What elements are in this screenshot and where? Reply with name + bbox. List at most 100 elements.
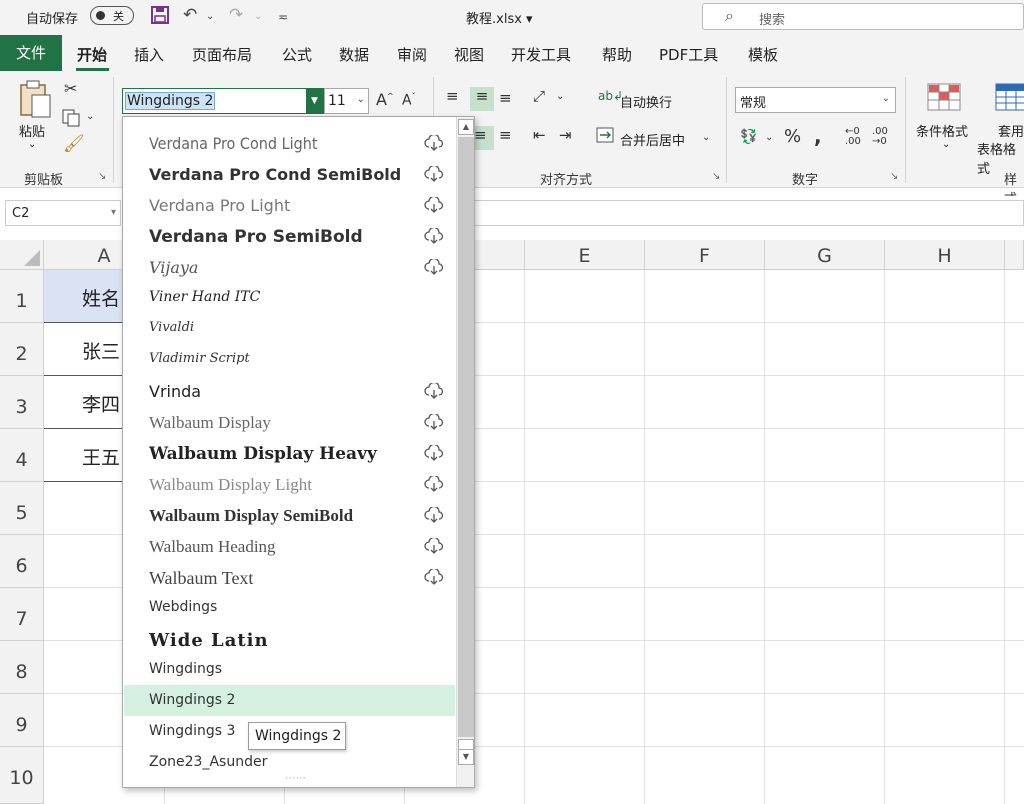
font-item-walbaum-display-heavy[interactable]: Walbaum Display Heavy (124, 437, 455, 468)
font-item-verdana-pro-cond-semibold[interactable]: Verdana Pro Cond SemiBold (124, 158, 455, 189)
row-header-4[interactable]: 4 (0, 429, 44, 482)
merge-center-icon[interactable] (596, 127, 614, 147)
tab-pdf-tools[interactable]: PDF工具 (659, 44, 718, 65)
column-header-f[interactable]: F (645, 240, 765, 270)
resize-grip-icon[interactable]: ⋯⋯ (285, 773, 307, 784)
number-format-dropdown-icon[interactable]: ⌄ (882, 93, 890, 104)
save-icon[interactable] (150, 5, 170, 30)
name-box[interactable]: C2 ▾ (5, 200, 121, 226)
tab-review[interactable]: 审阅 (397, 44, 427, 65)
tab-home[interactable]: 开始 (77, 44, 107, 65)
font-item-walbaum-display-light[interactable]: Walbaum Display Light (124, 468, 455, 499)
paste-label[interactable]: 粘贴 (19, 121, 45, 140)
format-painter-icon[interactable]: 🖌 (63, 134, 85, 154)
conditional-format-icon[interactable] (927, 83, 961, 115)
accounting-dropdown-icon[interactable]: ⌄ (765, 132, 773, 143)
row-header-8[interactable]: 8 (0, 641, 44, 694)
cell-a2[interactable]: 张三 (44, 323, 124, 376)
row-header-6[interactable]: 6 (0, 535, 44, 588)
decrease-font-size-icon[interactable]: Aˇ (402, 92, 416, 109)
column-header-h[interactable]: H (885, 240, 1005, 270)
row-header-1[interactable]: 1 (0, 270, 44, 323)
tab-formulas[interactable]: 公式 (282, 44, 312, 65)
scrollbar-track[interactable] (458, 137, 474, 737)
font-item-viner-hand-itc[interactable]: Viner Hand ITC (124, 282, 455, 313)
tab-insert[interactable]: 插入 (134, 44, 164, 65)
format-as-table-label-1[interactable]: 套用 (998, 121, 1024, 140)
font-item-walbaum-display-semibold[interactable]: Walbaum Display SemiBold (124, 499, 455, 530)
cell-a4[interactable]: 王五 (44, 429, 124, 482)
font-item-verdana-pro-light[interactable]: Verdana Pro Light (124, 189, 455, 220)
redo-icon[interactable]: ↷ (229, 5, 243, 25)
clipboard-launcher-icon[interactable]: ↘ (98, 171, 106, 182)
increase-indent-icon[interactable]: ⇥ (559, 126, 572, 144)
font-size-dropdown-icon[interactable]: ⌄ (357, 94, 365, 105)
dropdown-scrollbar[interactable]: ▲ ▼ (456, 117, 474, 787)
font-item-vladimir-script[interactable]: Vladimir Script (124, 344, 455, 375)
row-header-3[interactable]: 3 (0, 376, 44, 429)
font-dropdown[interactable]: Verdana Pro Cond Light Verdana Pro Cond … (122, 116, 475, 788)
merge-dropdown-icon[interactable]: ⌄ (702, 132, 710, 143)
format-as-table-icon[interactable] (995, 83, 1024, 115)
row-header-2[interactable]: 2 (0, 323, 44, 376)
font-item-verdana-pro-cond-light[interactable]: Verdana Pro Cond Light (124, 127, 455, 158)
customize-toolbar-icon[interactable]: ≂ (278, 10, 288, 24)
column-header-e[interactable]: E (525, 240, 645, 270)
name-box-dropdown-icon[interactable]: ▾ (111, 207, 116, 218)
tab-page-layout[interactable]: 页面布局 (192, 44, 252, 65)
align-middle-icon[interactable]: ≡ (470, 87, 494, 111)
undo-dropdown-icon[interactable]: ⌄ (206, 11, 214, 22)
scroll-up-icon[interactable]: ▲ (458, 119, 474, 135)
font-item-wingdings[interactable]: Wingdings (124, 654, 455, 685)
row-header-9[interactable]: 9 (0, 694, 44, 747)
tab-data[interactable]: 数据 (339, 44, 369, 65)
orientation-icon[interactable]: ⤢ (533, 87, 545, 105)
number-format-box[interactable]: 常规 ⌄ (735, 87, 896, 113)
font-name-dropdown-icon[interactable]: ▼ (306, 89, 323, 113)
autosave-toggle[interactable]: 关 (90, 6, 134, 25)
font-item-walbaum-text[interactable]: Walbaum Text (124, 561, 455, 592)
tab-templates[interactable]: 模板 (748, 44, 778, 65)
row-header-10[interactable]: 10 (0, 747, 44, 804)
undo-icon[interactable]: ↶ (183, 5, 197, 25)
column-header-i[interactable] (1005, 240, 1024, 270)
document-title[interactable]: 教程.xlsx ▾ (466, 8, 533, 27)
conditional-format-label[interactable]: 条件格式 (916, 121, 968, 140)
decrease-decimal-icon[interactable]: .00 →0 (872, 127, 888, 147)
merge-center-label[interactable]: 合并后居中 (620, 130, 685, 149)
column-header-g[interactable]: G (765, 240, 885, 270)
font-item-vrinda[interactable]: Vrinda (124, 375, 455, 406)
cut-icon[interactable]: ✂ (64, 79, 77, 98)
font-item-wingdings-2[interactable]: Wingdings 2 (124, 685, 455, 716)
decrease-indent-icon[interactable]: ⇤ (533, 126, 546, 144)
formula-input[interactable] (470, 200, 1024, 226)
font-item-wide-latin[interactable]: Wide Latin (124, 623, 455, 654)
select-all-corner[interactable] (0, 240, 44, 270)
wrap-text-label[interactable]: 自动换行 (620, 92, 672, 111)
font-item-vijaya[interactable]: Vijaya (124, 251, 455, 282)
align-top-icon[interactable]: ≡ (446, 87, 459, 105)
tab-view[interactable]: 视图 (454, 44, 484, 65)
orientation-dropdown-icon[interactable]: ⌄ (556, 91, 564, 102)
copy-icon[interactable] (62, 109, 80, 131)
row-header-5[interactable]: 5 (0, 482, 44, 535)
paste-icon[interactable] (18, 79, 52, 123)
align-center-icon[interactable]: ≡ (474, 126, 494, 150)
tab-developer[interactable]: 开发工具 (511, 44, 571, 65)
font-item-verdana-pro-semibold[interactable]: Verdana Pro SemiBold (124, 220, 455, 251)
cell-a3[interactable]: 李四 (44, 376, 124, 429)
font-item-vivaldi[interactable]: Vivaldi (124, 313, 455, 344)
conditional-format-dropdown-icon[interactable]: ⌄ (942, 139, 950, 150)
copy-dropdown-icon[interactable]: ⌄ (86, 111, 94, 122)
redo-dropdown-icon[interactable]: ⌄ (254, 11, 262, 22)
align-bottom-icon[interactable]: ≡ (499, 89, 512, 107)
increase-decimal-icon[interactable]: ←0.00 (845, 127, 861, 147)
tab-file[interactable]: 文件 (0, 35, 62, 71)
font-item-webdings[interactable]: Webdings (124, 592, 455, 623)
tab-help[interactable]: 帮助 (602, 44, 632, 65)
accounting-format-icon[interactable]: 💱 (740, 129, 757, 145)
cell-a1[interactable]: 姓名 (44, 270, 124, 323)
paste-dropdown-icon[interactable]: ⌄ (28, 139, 36, 150)
row-header-7[interactable]: 7 (0, 588, 44, 641)
search-box[interactable]: ⌕ 搜索 (702, 3, 1024, 30)
